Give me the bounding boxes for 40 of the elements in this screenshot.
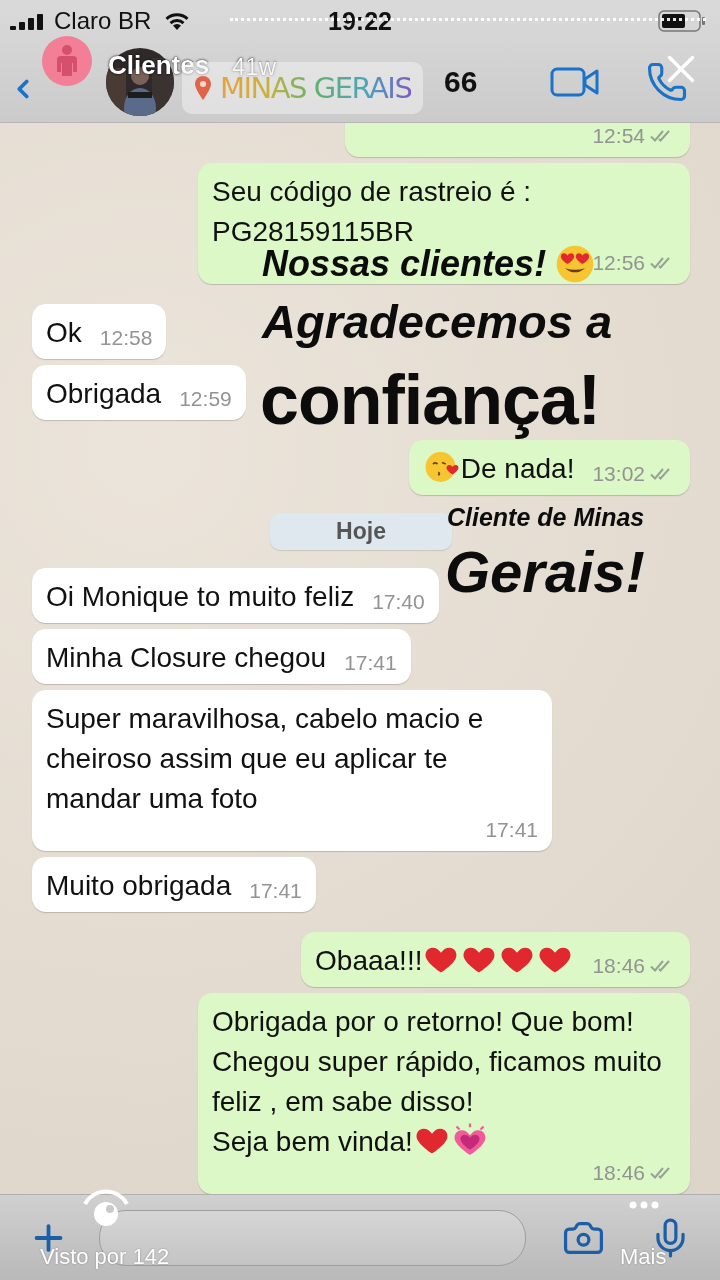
message-time: 12:54 xyxy=(592,123,645,149)
viewers-count[interactable]: Visto por 142 xyxy=(40,1244,170,1270)
phone-icon[interactable] xyxy=(646,61,688,103)
message-text: Obrigada xyxy=(46,378,162,409)
sticker-text: confiança! xyxy=(260,362,601,439)
message-time: 17:40 xyxy=(372,589,425,615)
message-text: Obaaa!!! xyxy=(315,945,423,976)
sticker-text: Nossas clientes! xyxy=(262,244,547,284)
unread-count: 66 xyxy=(444,65,478,99)
message-text: Obrigada por o retorno! Que bom! Chegou super rápido, ficamos muito feliz , em sabe disso! xyxy=(212,1006,662,1117)
sticker-text: Agradecemos a xyxy=(262,296,613,348)
message-time: 17:41 xyxy=(249,878,302,904)
more-label[interactable]: Mais xyxy=(620,1244,667,1270)
message-time: 13:02 xyxy=(592,461,645,487)
carrier-name: Claro BR xyxy=(54,7,152,35)
message-text: Oi Monique to muito feliz xyxy=(46,581,355,612)
battery-icon xyxy=(658,10,706,32)
heart-eyes-icon xyxy=(555,244,596,284)
message-text: Super maravilhosa, cabelo macio e cheiroso assim que eu aplicar te mandar uma foto xyxy=(46,703,484,814)
heart-face-icon xyxy=(423,449,460,485)
message-text: Minha Closure chegou xyxy=(46,642,327,673)
location-pin-icon xyxy=(194,75,212,101)
message-text: Muito obrigada xyxy=(46,870,232,901)
message-time: 12:56 xyxy=(592,250,645,276)
avatar-icon[interactable] xyxy=(42,36,92,86)
message-time: 17:41 xyxy=(344,650,397,676)
message-time: 12:58 xyxy=(99,325,153,351)
message-time: 17:41 xyxy=(485,817,538,843)
message-text: Ok xyxy=(46,317,82,348)
message-text: Seu código de rastreio é : PG28159115BR xyxy=(212,176,532,247)
message-time: 12:59 xyxy=(179,386,232,412)
status-time: 19:22 xyxy=(328,6,392,36)
message-text: De nada! xyxy=(460,453,575,484)
signal-icon xyxy=(10,12,46,30)
eye-icon xyxy=(82,1188,130,1228)
message-time: 18:46 xyxy=(592,953,645,979)
video-call-icon[interactable] xyxy=(550,66,600,98)
message-time: 18:46 xyxy=(592,1160,645,1186)
message-text: Seja bem vinda! xyxy=(212,1126,413,1157)
more-dots-icon[interactable] xyxy=(628,1200,660,1210)
